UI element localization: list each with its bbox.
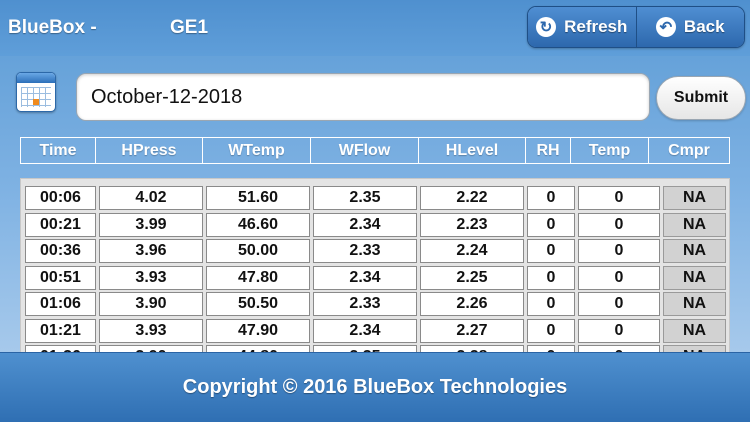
cell-wflow: 2.34 (313, 212, 417, 237)
cell-wflow: 2.33 (313, 292, 417, 316)
cell-rh: 0 (527, 292, 575, 316)
cell-cmpr: NA (663, 186, 726, 210)
column-header-wflow: WFlow (311, 138, 419, 163)
cell-wtemp: 50.00 (206, 239, 310, 263)
refresh-icon: ↻ (536, 17, 557, 37)
refresh-button[interactable]: ↻ Refresh (528, 7, 636, 47)
cell-hpress: 4.02 (99, 186, 203, 210)
cell-temp: 0 (578, 292, 660, 316)
cell-hpress: 3.93 (99, 318, 203, 343)
app-title: BlueBox - (8, 17, 97, 38)
cell-hpress: 3.93 (99, 265, 203, 290)
cell-time: 00:06 (25, 186, 96, 210)
cell-wflow: 2.35 (313, 186, 417, 210)
back-label: Back (683, 17, 725, 36)
cell-hlevel: 2.24 (420, 239, 524, 263)
cell-hlevel: 2.27 (420, 318, 524, 343)
cell-wtemp: 47.80 (206, 265, 310, 290)
cell-rh: 0 (527, 318, 575, 343)
table-row[interactable]: 01:21 3.93 47.90 2.34 2.27 0 0 NA (21, 318, 729, 346)
cell-cmpr: NA (663, 318, 726, 343)
refresh-label: Refresh (564, 17, 628, 36)
cell-rh: 0 (527, 186, 575, 210)
column-header-rh: RH (526, 138, 571, 163)
date-input[interactable] (76, 73, 650, 121)
column-header-time: Time (21, 138, 96, 163)
cell-temp: 0 (578, 186, 660, 210)
cell-wflow: 2.34 (313, 265, 417, 290)
cell-time: 00:36 (25, 239, 96, 263)
cell-rh: 0 (527, 265, 575, 290)
column-header-hpress: HPress (96, 138, 203, 163)
cell-temp: 0 (578, 318, 660, 343)
table-row[interactable]: 00:21 3.99 46.60 2.34 2.23 0 0 NA (21, 212, 729, 240)
cell-hpress: 3.96 (99, 239, 203, 263)
cell-wflow: 2.33 (313, 239, 417, 263)
calendar-icon[interactable] (16, 72, 56, 112)
cell-hlevel: 2.26 (420, 292, 524, 316)
cell-wflow: 2.34 (313, 318, 417, 343)
column-header-cmpr: Cmpr (668, 141, 710, 159)
cell-hlevel: 2.25 (420, 265, 524, 290)
column-header-hlevel: HLevel (419, 138, 526, 163)
column-header-wtemp: WTemp (203, 138, 311, 163)
table-row[interactable]: 00:51 3.93 47.80 2.34 2.25 0 0 NA (21, 265, 729, 293)
table-row[interactable]: 00:36 3.96 50.00 2.33 2.24 0 0 NA (21, 239, 729, 266)
copyright-text: Copyright © 2016 BlueBox Technologies (182, 376, 568, 398)
cell-hlevel: 2.22 (420, 186, 524, 210)
cell-rh: 0 (527, 212, 575, 237)
cell-temp: 0 (578, 212, 660, 237)
cell-wtemp: 47.90 (206, 318, 310, 343)
cell-cmpr: NA (663, 292, 726, 316)
cell-temp: 0 (578, 265, 660, 290)
cell-hpress: 3.99 (99, 212, 203, 237)
cell-time: 00:21 (25, 212, 96, 237)
cell-cmpr: NA (663, 265, 726, 290)
cell-time: 01:21 (25, 318, 96, 343)
cell-wtemp: 46.60 (206, 212, 310, 237)
cell-wtemp: 51.60 (206, 186, 310, 210)
cell-rh: 0 (527, 239, 575, 263)
footer: Copyright © 2016 BlueBox Technologies (0, 352, 750, 422)
cell-cmpr: NA (663, 239, 726, 263)
back-button[interactable]: ↶ Back (635, 7, 744, 47)
cell-temp: 0 (578, 239, 660, 263)
cell-hpress: 3.90 (99, 292, 203, 316)
table-header: Time HPress WTemp WFlow HLevel RH Temp Cmpr (20, 137, 730, 164)
cell-time: 01:06 (25, 292, 96, 316)
cell-cmpr: NA (663, 212, 726, 237)
table-row[interactable]: 01:06 3.90 50.50 2.33 2.26 0 0 NA (21, 292, 729, 319)
back-arrow-icon: ↶ (655, 17, 676, 37)
top-bar: BlueBox - GE1 ↻ Refresh ↶ Back (0, 0, 750, 56)
data-table[interactable]: 00:06 4.02 51.60 2.35 2.22 0 0 NA 00:21 3.99 46.60… (20, 178, 730, 356)
device-name: GE1 (170, 17, 209, 38)
nav-button-group: ↻ Refresh ↶ Back (527, 6, 745, 48)
cell-time: 00:51 (25, 265, 96, 290)
submit-button[interactable]: Submit (656, 76, 746, 120)
table-row[interactable]: 00:06 4.02 51.60 2.35 2.22 0 0 NA (21, 186, 729, 213)
column-header-temp: Temp (571, 138, 649, 163)
cell-wtemp: 50.50 (206, 292, 310, 316)
cell-hlevel: 2.23 (420, 212, 524, 237)
